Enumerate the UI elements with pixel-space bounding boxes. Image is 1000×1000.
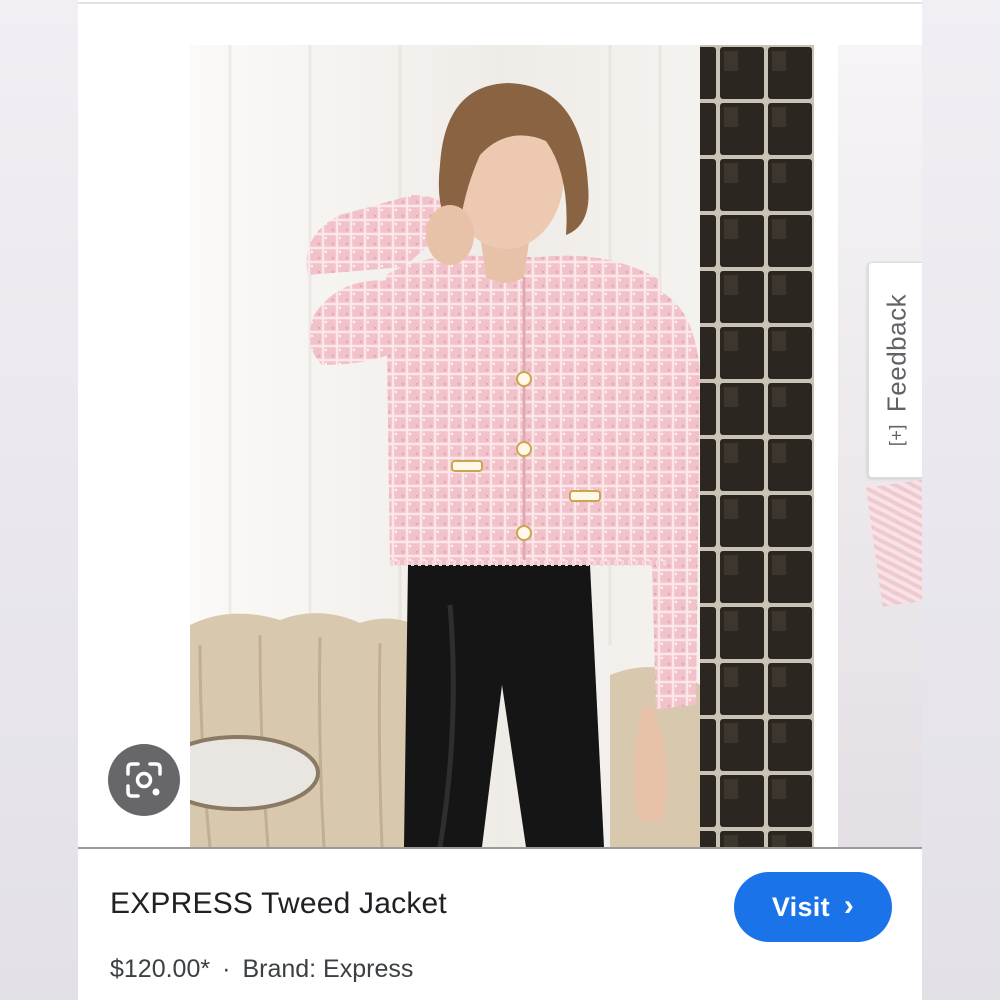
product-card: [+] Feedback EXPRESS Tweed Jacket $120.0…: [78, 0, 922, 1000]
visit-button[interactable]: Visit ›: [734, 872, 892, 942]
meta-separator: ·: [222, 955, 231, 983]
product-brand: Brand: Express: [242, 955, 414, 983]
product-meta: $120.00* · Brand: Express: [110, 955, 413, 984]
lens-camera-glyph: [126, 762, 162, 798]
left-backdrop: [0, 0, 78, 1000]
product-photo-illustration: [190, 45, 814, 847]
image-divider: [78, 847, 922, 849]
google-lens-icon[interactable]: [108, 744, 180, 816]
feedback-label: Feedback: [881, 293, 912, 413]
feedback-plus-icon: [+]: [886, 424, 907, 447]
visit-label: Visit: [771, 891, 830, 922]
feedback-tab[interactable]: [+] Feedback: [868, 262, 922, 478]
chevron-right-icon: ›: [843, 889, 855, 922]
product-image[interactable]: [190, 45, 814, 847]
next-image-thumbnail: [865, 479, 922, 607]
product-title[interactable]: EXPRESS Tweed Jacket: [110, 887, 447, 921]
top-divider: [78, 2, 922, 4]
product-price: $120.00*: [110, 955, 211, 983]
right-backdrop: [922, 0, 1000, 1000]
